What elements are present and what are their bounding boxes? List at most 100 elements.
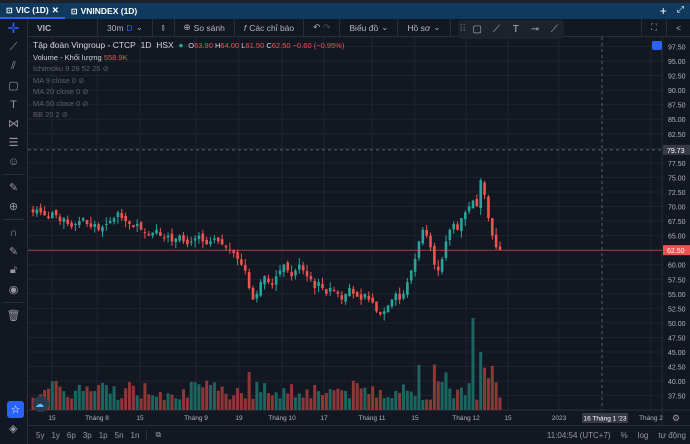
compare-button[interactable]: ⊕ So sánh — [175, 18, 235, 37]
time-tick-label: Tháng 12 — [452, 415, 480, 422]
volume-bar — [120, 398, 124, 410]
fullscreen-button[interactable]: ⛶ — [641, 18, 668, 37]
candle — [487, 196, 490, 219]
candle — [74, 223, 77, 225]
range-1d[interactable]: 1n — [131, 431, 140, 440]
indicator-ma50[interactable]: MA 50 close 0 ⊘ — [33, 98, 344, 110]
interval-select[interactable]: 30m D ⌄ — [98, 18, 153, 37]
candle — [205, 239, 208, 245]
candle — [444, 241, 448, 258]
expand-icon: ⛶ — [651, 22, 658, 32]
favorites-star-icon[interactable]: ☆ — [7, 401, 24, 418]
ruler-icon[interactable]: ✎ — [0, 178, 27, 197]
text-icon[interactable]: T — [0, 95, 27, 114]
candle-style-button[interactable]: ⫾ — [153, 18, 175, 37]
ruler-icon[interactable]: ⟋ — [545, 24, 564, 35]
brush-icon[interactable]: ⟋ — [487, 24, 506, 35]
volume-bar — [151, 395, 155, 410]
undo-redo: ↶ ↷ — [304, 18, 341, 37]
range-5d[interactable]: 5n — [115, 431, 124, 440]
volume-bar — [259, 392, 263, 410]
percent-toggle[interactable]: % — [621, 431, 628, 440]
eye-icon[interactable]: ◉ — [0, 280, 27, 299]
indicator-ma20[interactable]: MA 20 close 0 ⊘ — [33, 86, 344, 98]
candle — [309, 276, 313, 280]
chart-legend: Tập đoàn Vingroup - CTCP 1D HSX ● O63.90… — [33, 40, 345, 121]
volume-bar — [490, 365, 494, 410]
tab-vic[interactable]: ⊡ VIC (1D) ✕ — [0, 3, 65, 19]
volume-bar — [405, 390, 409, 410]
trash-icon[interactable]: 🗑︎ — [0, 306, 27, 325]
log-toggle[interactable]: log — [638, 431, 649, 440]
fullscreen-icon[interactable]: ⤢ — [677, 4, 684, 18]
candle — [89, 223, 93, 227]
emoji-icon[interactable]: ☺ — [0, 152, 27, 171]
volume-bar — [456, 389, 460, 410]
close-icon[interactable]: ✕ — [52, 5, 59, 16]
volume-bar — [228, 399, 232, 410]
crosshair-icon[interactable]: ✛ — [0, 19, 27, 38]
range-5y[interactable]: 5y — [36, 431, 44, 440]
rectangle-icon[interactable]: ▢ — [468, 24, 487, 35]
candle — [159, 232, 162, 236]
price-tick-label: 52.50 — [668, 306, 686, 313]
volume-bar — [131, 385, 135, 410]
candle — [43, 211, 46, 216]
candle — [112, 218, 116, 222]
price-tick-label: 40.00 — [668, 379, 686, 386]
indicator-ma9[interactable]: MA 9 close 0 ⊘ — [33, 75, 344, 87]
volume-bar — [263, 382, 267, 410]
lock-drawings-icon[interactable]: ✎ — [0, 242, 27, 261]
candle — [166, 235, 170, 238]
indicator-ichimoku[interactable]: Ichimoku 9 26 52 26 ⊘ — [33, 63, 344, 75]
candle — [97, 224, 100, 230]
range-3m[interactable]: 3p — [83, 431, 92, 440]
range-6m[interactable]: 6p — [67, 431, 76, 440]
range-1m[interactable]: 1p — [99, 431, 108, 440]
candle — [105, 223, 108, 225]
time-tick-label: 15 — [48, 415, 56, 422]
indicators-button[interactable]: f Các chỉ báo — [235, 18, 305, 37]
volume-bar — [436, 381, 440, 410]
fib-icon[interactable]: ⫽ — [0, 57, 27, 76]
indicator-bb[interactable]: BB 20 2 ⊘ — [33, 109, 344, 121]
chart-type-button[interactable]: Biểu đồ ⌄ — [340, 18, 399, 37]
magnet-icon[interactable]: ∩ — [0, 223, 27, 242]
tab-vnindex[interactable]: ⊡ VNINDEX (1D) — [65, 3, 143, 19]
drag-handle-icon[interactable]: ⠿ — [458, 24, 468, 35]
auto-toggle[interactable]: tự động — [658, 431, 686, 440]
candle — [367, 295, 371, 300]
date-range-icon[interactable]: ⧉ — [146, 430, 161, 440]
pattern-icon[interactable]: ⋈ — [0, 114, 27, 133]
volume-bar — [313, 384, 317, 410]
volume-bar — [459, 387, 463, 410]
symbol-search[interactable]: VIC — [28, 18, 98, 37]
range-1y[interactable]: 1y — [51, 431, 59, 440]
candle — [325, 289, 328, 294]
volume-bar — [97, 385, 101, 410]
forecast-icon[interactable]: ☰ — [0, 133, 27, 152]
volume-bar — [486, 378, 490, 410]
undo-icon[interactable]: ↶ — [313, 22, 320, 33]
rectangle-icon[interactable]: ▢ — [0, 76, 27, 95]
text-icon[interactable]: T — [506, 24, 525, 35]
time-tick-label: 15 — [136, 415, 144, 422]
lock-icon[interactable]: 🔓︎ — [0, 261, 27, 280]
chevron-down-icon: ⌄ — [433, 22, 441, 32]
layers-icon[interactable]: ◈ — [9, 422, 17, 435]
share-button[interactable]: < — [667, 19, 690, 37]
trendline-icon[interactable]: ⟋ — [0, 38, 27, 57]
volume-bar — [193, 382, 197, 410]
hidden-eye-icon: ⊘ — [61, 110, 69, 119]
add-tab-icon[interactable]: + — [660, 4, 667, 18]
horizontal-line-icon[interactable]: ⊸ — [525, 24, 544, 35]
candle — [313, 280, 317, 288]
zoom-in-icon[interactable]: ⊕ — [0, 197, 27, 216]
time-tick-label: 15 — [504, 415, 512, 422]
candle — [471, 200, 475, 209]
volume-bar — [255, 381, 259, 410]
fx-icon: f — [243, 22, 247, 33]
profile-button[interactable]: Hồ sơ ⌄ — [398, 18, 451, 37]
last-price-label: 62.50 — [667, 248, 685, 255]
redo-icon[interactable]: ↷ — [323, 22, 330, 33]
